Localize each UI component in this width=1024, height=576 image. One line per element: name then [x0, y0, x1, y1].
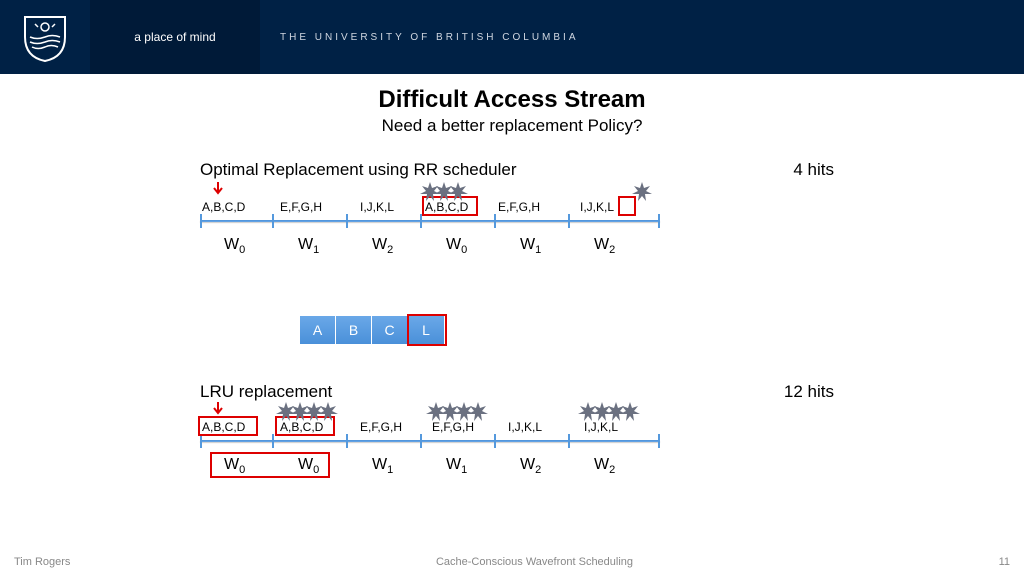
cache-highlight: [407, 314, 447, 346]
footer: Tim Rogers Cache-Conscious Wavefront Sch…: [0, 556, 1024, 568]
w-label: W0: [298, 456, 319, 476]
access-group: E,F,G,H: [360, 420, 402, 434]
starburst-icon: [448, 182, 468, 202]
section-optimal-label: Optimal Replacement using RR scheduler: [200, 160, 840, 180]
cache-cell: B: [336, 316, 372, 344]
starburst-icon: [318, 402, 338, 422]
access-group: I,J,K,L: [360, 200, 394, 214]
section-optimal-hits: 4 hits: [793, 160, 834, 180]
slide-subtitle: Need a better replacement Policy?: [0, 116, 1024, 136]
timeline-optimal: A,B,C,D E,F,G,H I,J,K,L A,B,C,D E,F,G,H …: [200, 198, 670, 258]
access-group: E,F,G,H: [432, 420, 474, 434]
w-label: W2: [372, 236, 393, 256]
cache-cell: A: [300, 316, 336, 344]
w-label: W0: [224, 236, 245, 256]
section-optimal: Optimal Replacement using RR scheduler: [200, 160, 840, 180]
slide-title: Difficult Access Stream: [0, 86, 1024, 114]
access-group: E,F,G,H: [498, 200, 540, 214]
access-group: I,J,K,L: [580, 200, 614, 214]
w-label: W1: [446, 456, 467, 476]
ubc-shield-icon: [20, 12, 70, 62]
section-lru-label: LRU replacement: [200, 382, 840, 402]
starburst-icon: [632, 182, 652, 202]
footer-page: 11: [999, 556, 1010, 568]
section-lru: LRU replacement: [200, 382, 840, 402]
timeline-lru: A,B,C,D A,B,C,D E,F,G,H E,F,G,H I,J,K,L …: [200, 418, 670, 478]
w-label: W2: [594, 236, 615, 256]
starburst-icon: [620, 402, 640, 422]
w-label: W1: [372, 456, 393, 476]
starburst-icon: [468, 402, 488, 422]
w-label: W0: [446, 236, 467, 256]
footer-title: Cache-Conscious Wavefront Scheduling: [436, 556, 633, 568]
section-lru-hits: 12 hits: [784, 382, 834, 402]
access-group: E,F,G,H: [280, 200, 322, 214]
highlight-box: [198, 416, 258, 436]
footer-author: Tim Rogers: [14, 556, 70, 568]
access-group: A,B,C,D: [202, 200, 245, 214]
w-label: W0: [224, 456, 245, 476]
w-label: W1: [520, 236, 541, 256]
university-name: THE UNIVERSITY OF BRITISH COLUMBIA: [260, 0, 1024, 74]
w-label: W1: [298, 236, 319, 256]
w-label: W2: [594, 456, 615, 476]
arrow-icon: [210, 180, 226, 200]
cache-cell: C: [372, 316, 408, 344]
tagline: a place of mind: [90, 0, 260, 74]
w-label: W2: [520, 456, 541, 476]
access-group: I,J,K,L: [508, 420, 542, 434]
ubc-logo: [0, 0, 90, 74]
access-group: I,J,K,L: [584, 420, 618, 434]
header-bar: a place of mind THE UNIVERSITY OF BRITIS…: [0, 0, 1024, 74]
